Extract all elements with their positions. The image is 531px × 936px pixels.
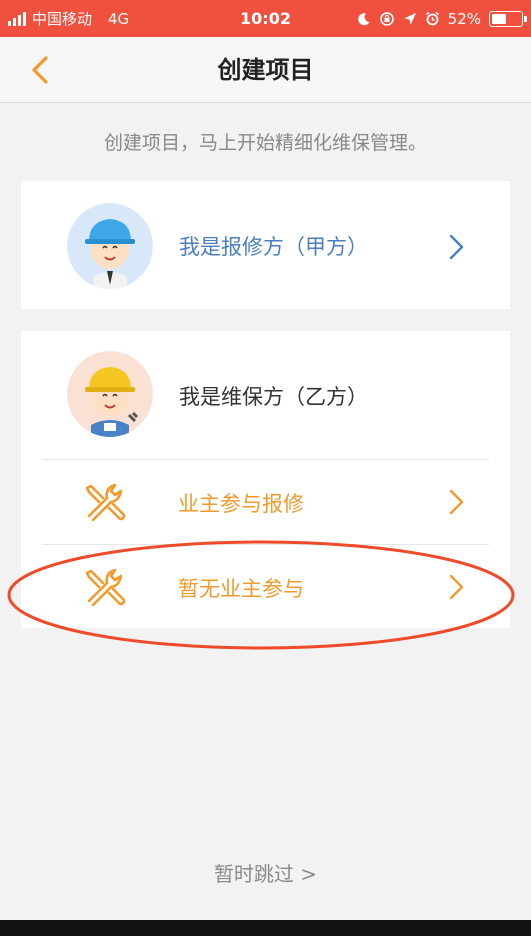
subtitle: 创建项目，马上开始精细化维保管理。 xyxy=(103,132,427,154)
chevron-right-icon xyxy=(449,234,464,260)
client-option-card[interactable]: 我是报修方（甲方） xyxy=(21,181,510,309)
chevron-right-icon xyxy=(449,489,464,515)
chevron-right-icon xyxy=(449,574,464,600)
moon-icon xyxy=(357,12,370,25)
page-title: 创建项目 xyxy=(217,56,314,84)
battery-percent: 52% xyxy=(447,9,481,28)
nav-bar: 创建项目 xyxy=(0,37,531,103)
alarm-icon xyxy=(425,11,439,26)
status-bar: 中国移动 4G 10:02 52% xyxy=(0,0,531,37)
owner-participates-item[interactable]: 业主参与报修 xyxy=(21,460,510,544)
tools-icon xyxy=(85,483,126,522)
battery-level xyxy=(492,13,506,24)
location-arrow-icon xyxy=(403,12,416,25)
maintainer-option-label: 我是维保方（乙方） xyxy=(179,385,368,409)
skip-link[interactable]: 暂时跳过 > xyxy=(0,858,531,887)
rotation-lock-icon xyxy=(379,11,394,26)
owner-participates-label: 业主参与报修 xyxy=(178,492,304,516)
bottom-bar xyxy=(0,920,531,936)
battery-icon xyxy=(489,10,527,27)
worker-blue-helmet-icon xyxy=(67,203,153,289)
tools-icon xyxy=(85,568,126,607)
no-owner-item[interactable]: 暂无业主参与 xyxy=(21,545,510,628)
no-owner-label: 暂无业主参与 xyxy=(178,577,304,601)
client-option-label: 我是报修方（甲方） xyxy=(179,235,368,259)
worker-yellow-helmet-icon xyxy=(67,351,153,437)
status-right: 52% xyxy=(357,0,527,37)
